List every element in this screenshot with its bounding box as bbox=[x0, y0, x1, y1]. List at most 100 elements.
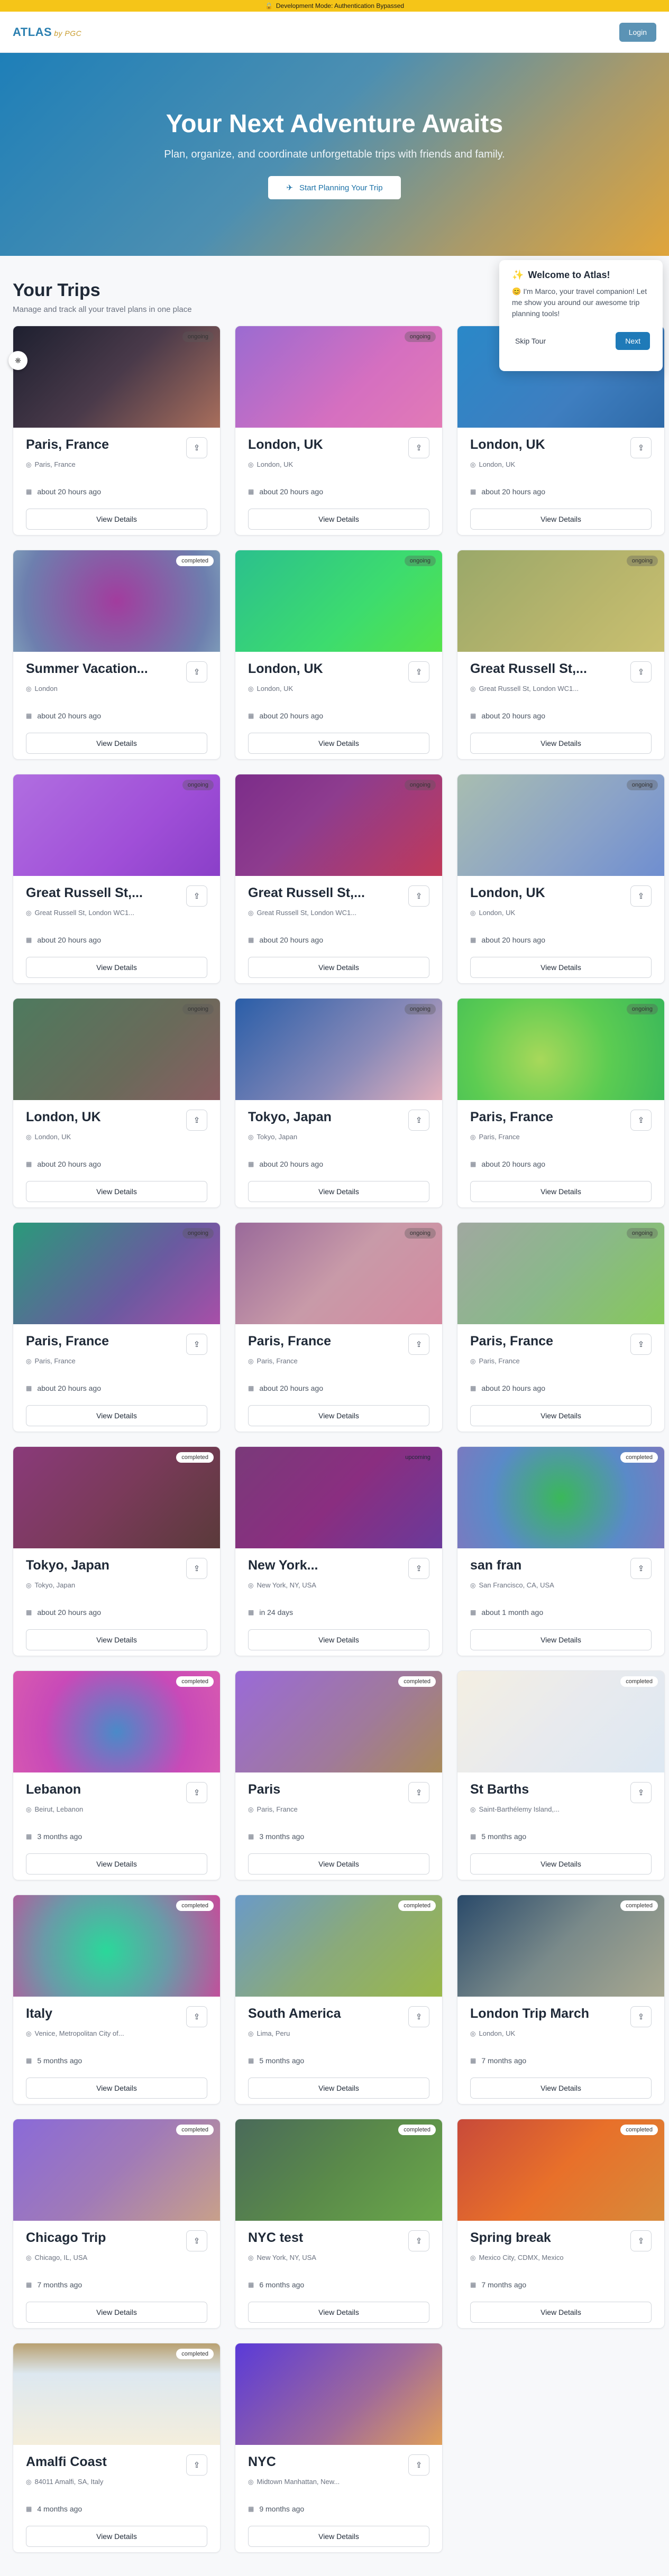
share-button[interactable]: ⇪ bbox=[408, 2454, 429, 2476]
share-button[interactable]: ⇪ bbox=[186, 2230, 207, 2251]
start-planning-label: Start Planning Your Trip bbox=[299, 183, 383, 192]
trip-card[interactable]: completed Paris ⇪ ◎ Paris, France ▦ 3 months a… bbox=[235, 1670, 443, 1880]
view-details-button[interactable]: View Details bbox=[470, 2302, 652, 2323]
view-details-button[interactable]: View Details bbox=[248, 1405, 429, 1426]
trip-card[interactable]: ongoingLondon, UK⇪◎London, UK▦about 20 h… bbox=[235, 326, 443, 535]
view-details-button[interactable]: View Details bbox=[470, 1629, 652, 1650]
trip-card[interactable]: ongoing Paris, France ⇪ ◎ Paris, France ▦ abou… bbox=[457, 998, 665, 1208]
share-button[interactable]: ⇪ bbox=[186, 1334, 207, 1355]
view-details-button[interactable]: View Details bbox=[248, 2078, 429, 2099]
share-button[interactable]: ⇪ bbox=[408, 885, 429, 907]
view-details-button[interactable]: View Details bbox=[470, 1405, 652, 1426]
trip-card[interactable]: completed Spring break ⇪ ◎ Mexico City, CDMX… bbox=[457, 2119, 665, 2329]
share-button[interactable]: ⇪ bbox=[408, 437, 429, 458]
trip-card[interactable]: ongoing Great Russell St,... ⇪ ◎ Great Russe… bbox=[13, 774, 221, 984]
view-details-button[interactable]: View Details bbox=[26, 2526, 207, 2547]
trip-card[interactable]: ongoingLondon, UK⇪◎London, UK▦about 20 h… bbox=[457, 774, 665, 984]
share-button[interactable]: ⇪ bbox=[630, 2230, 652, 2251]
login-button[interactable]: Login bbox=[619, 22, 656, 42]
share-button[interactable]: ⇪ bbox=[186, 437, 207, 458]
trip-card[interactable]: completed Amalfi Coast ⇪ ◎ 84011 Amalfi, SA,… bbox=[13, 2343, 221, 2553]
view-details-button[interactable]: View Details bbox=[26, 1629, 207, 1650]
trip-cover-image: ongoing bbox=[235, 999, 442, 1100]
trip-card-body: London, UK ⇪ ◎ London, UK ▦ about 20 hours ag… bbox=[235, 428, 442, 535]
view-details-button[interactable]: View Details bbox=[248, 2526, 429, 2547]
view-details-button[interactable]: View Details bbox=[248, 2302, 429, 2323]
view-details-button[interactable]: View Details bbox=[470, 1853, 652, 1875]
trip-card[interactable]: completed Italy ⇪ ◎ Venice, Metropolitan Cit… bbox=[13, 1895, 221, 2104]
view-details-button[interactable]: View Details bbox=[248, 509, 429, 530]
map-pin-icon: ◎ bbox=[470, 1581, 476, 1589]
share-button[interactable]: ⇪ bbox=[630, 1110, 652, 1131]
trip-card[interactable]: completed Chicago Trip ⇪ ◎ Chicago, IL, USA ▦… bbox=[13, 2119, 221, 2329]
calendar-icon: ▦ bbox=[248, 1160, 254, 1168]
trip-card[interactable]: ongoing Paris, France ⇪ ◎ Paris, France ▦ abou… bbox=[13, 326, 221, 535]
start-planning-button[interactable]: ✈ Start Planning Your Trip bbox=[268, 176, 401, 199]
share-button[interactable]: ⇪ bbox=[630, 885, 652, 907]
view-details-button[interactable]: View Details bbox=[26, 1181, 207, 1202]
trip-card[interactable]: ongoing Paris, France ⇪ ◎ Paris, France ▦ abou… bbox=[13, 1222, 221, 1432]
share-button[interactable]: ⇪ bbox=[408, 1110, 429, 1131]
trip-card[interactable]: ongoing Tokyo, Japan ⇪ ◎ Tokyo, Japan ▦ about … bbox=[235, 998, 443, 1208]
share-button[interactable]: ⇪ bbox=[630, 2006, 652, 2027]
trip-card[interactable]: completed Summer Vacation... ⇪ ◎ London ▦ abou… bbox=[13, 550, 221, 760]
share-button[interactable]: ⇪ bbox=[630, 1558, 652, 1579]
view-details-button[interactable]: View Details bbox=[26, 509, 207, 530]
view-details-button[interactable]: View Details bbox=[470, 2078, 652, 2099]
next-button[interactable]: Next bbox=[616, 332, 650, 350]
view-details-button[interactable]: View Details bbox=[248, 1853, 429, 1875]
trip-card[interactable]: ongoing Paris, France ⇪ ◎ Paris, France ▦ abou… bbox=[457, 1222, 665, 1432]
view-details-button[interactable]: View Details bbox=[470, 509, 652, 530]
share-button[interactable]: ⇪ bbox=[408, 2230, 429, 2251]
trip-card[interactable]: completed Lebanon ⇪ ◎ Beirut, Lebanon ▦ 3 mont… bbox=[13, 1670, 221, 1880]
view-details-button[interactable]: View Details bbox=[248, 957, 429, 978]
trip-card[interactable]: upcoming New York... ⇪ ◎ New York, NY, USA ▦ i… bbox=[235, 1446, 443, 1656]
trip-card[interactable]: completed St Barths ⇪ ◎ Saint-Barthélemy Isl… bbox=[457, 1670, 665, 1880]
share-button[interactable]: ⇪ bbox=[408, 1334, 429, 1355]
tour-guide-avatar-button[interactable]: ❋ bbox=[8, 351, 28, 370]
share-button[interactable]: ⇪ bbox=[408, 2006, 429, 2027]
trip-card[interactable]: completed London Trip March ⇪ ◎ London, UK ▦ 7… bbox=[457, 1895, 665, 2104]
share-button[interactable]: ⇪ bbox=[630, 1782, 652, 1803]
view-details-button[interactable]: View Details bbox=[248, 1629, 429, 1650]
view-details-button[interactable]: View Details bbox=[26, 1853, 207, 1875]
view-details-button[interactable]: View Details bbox=[470, 957, 652, 978]
share-button[interactable]: ⇪ bbox=[408, 1558, 429, 1579]
trip-card[interactable]: completed South America ⇪ ◎ Lima, Peru ▦ 5 mon… bbox=[235, 1895, 443, 2104]
share-button[interactable]: ⇪ bbox=[186, 2006, 207, 2027]
share-button[interactable]: ⇪ bbox=[630, 661, 652, 682]
view-details-button[interactable]: View Details bbox=[26, 733, 207, 754]
share-button[interactable]: ⇪ bbox=[186, 1558, 207, 1579]
trip-card[interactable]: completed Tokyo, Japan ⇪ ◎ Tokyo, Japan ▦ abou… bbox=[13, 1446, 221, 1656]
trip-card[interactable]: NYC ⇪ ◎ Midtown Manhattan, New... ▦ 9 months … bbox=[235, 2343, 443, 2553]
share-button[interactable]: ⇪ bbox=[408, 661, 429, 682]
trip-card[interactable]: completed NYC test ⇪ ◎ New York, NY, USA ▦ 6 m… bbox=[235, 2119, 443, 2329]
trip-card[interactable]: ongoing Great Russell St,... ⇪ ◎ Great Russe… bbox=[235, 774, 443, 984]
share-button[interactable]: ⇪ bbox=[630, 1334, 652, 1355]
view-details-button[interactable]: View Details bbox=[26, 2302, 207, 2323]
share-button[interactable]: ⇪ bbox=[186, 661, 207, 682]
trip-card[interactable]: ongoing Paris, France ⇪ ◎ Paris, France ▦ abou… bbox=[235, 1222, 443, 1432]
share-button[interactable]: ⇪ bbox=[186, 1110, 207, 1131]
trip-time: ▦ about 20 hours ago bbox=[248, 1384, 429, 1392]
trip-card[interactable]: completed san fran ⇪ ◎ San Francisco, CA, US… bbox=[457, 1446, 665, 1656]
view-details-button[interactable]: View Details bbox=[26, 957, 207, 978]
view-details-button[interactable]: View Details bbox=[248, 733, 429, 754]
share-button[interactable]: ⇪ bbox=[186, 1782, 207, 1803]
trip-card[interactable]: ongoingLondon, UK⇪◎London, UK▦about 20 h… bbox=[235, 550, 443, 760]
share-icon: ⇪ bbox=[637, 1564, 645, 1573]
trip-card[interactable]: ongoing Great Russell St,... ⇪ ◎ Great Russe… bbox=[457, 550, 665, 760]
view-details-button[interactable]: View Details bbox=[26, 2078, 207, 2099]
view-details-button[interactable]: View Details bbox=[248, 1181, 429, 1202]
trip-cover-image: completed bbox=[13, 2119, 220, 2221]
view-details-button[interactable]: View Details bbox=[470, 1181, 652, 1202]
share-button[interactable]: ⇪ bbox=[186, 885, 207, 907]
view-details-button[interactable]: View Details bbox=[470, 733, 652, 754]
view-details-button[interactable]: View Details bbox=[26, 1405, 207, 1426]
share-button[interactable]: ⇪ bbox=[408, 1782, 429, 1803]
trip-card[interactable]: ongoingLondon, UK⇪◎London, UK▦about 20 h… bbox=[13, 998, 221, 1208]
logo[interactable]: ATLAS by PGC bbox=[13, 25, 81, 39]
skip-tour-button[interactable]: Skip Tour bbox=[512, 336, 549, 346]
share-button[interactable]: ⇪ bbox=[630, 437, 652, 458]
share-button[interactable]: ⇪ bbox=[186, 2454, 207, 2476]
